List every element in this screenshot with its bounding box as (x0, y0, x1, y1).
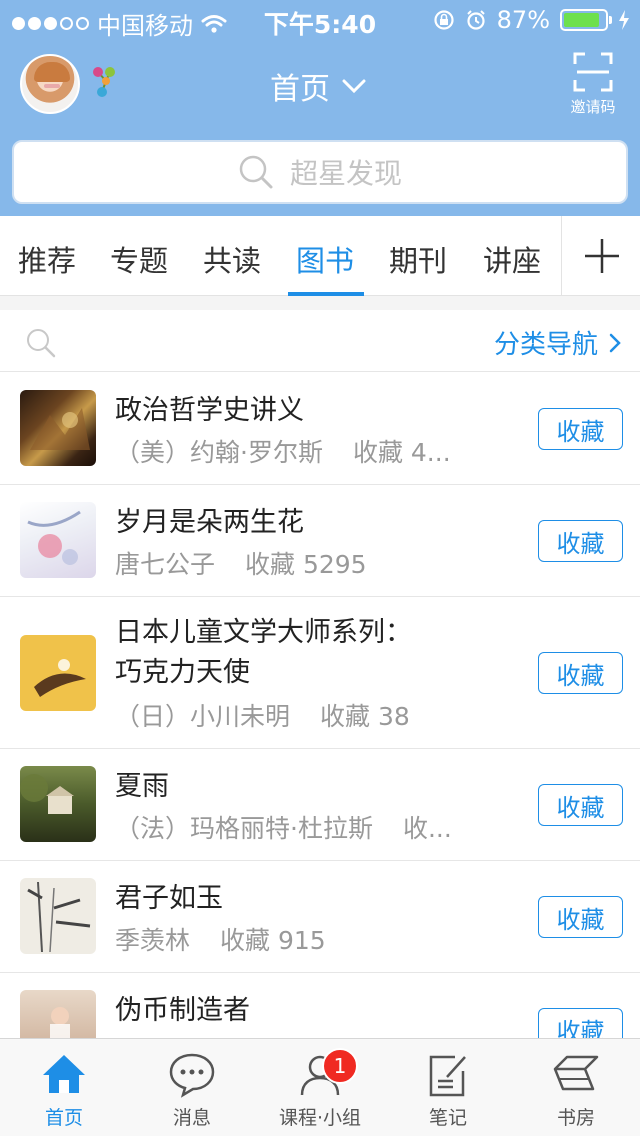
tab-coreading[interactable]: 共读 (203, 238, 261, 280)
list-item[interactable]: 君子如玉 季羡林 收藏 915 收藏 (0, 861, 640, 973)
book-title: 政治哲学史讲义 (115, 395, 304, 426)
book-title: 岁月是朵两生花 (115, 507, 304, 538)
chevron-down-icon (342, 79, 366, 94)
favorite-button[interactable]: 收藏 (538, 520, 623, 562)
bottom-tab-label: 书房 (556, 1107, 595, 1129)
tab-books[interactable]: 图书 (296, 238, 354, 280)
book-meta: 唐七公子 收藏 5295 (115, 545, 367, 581)
header: 中国移动 下午5:40 87% 首页 邀请码 超星发现 (0, 0, 640, 216)
book-cover (20, 635, 96, 711)
search-icon[interactable] (26, 328, 56, 358)
book-cover (20, 766, 96, 842)
book-search-row: 分类导航 (0, 310, 640, 372)
book-fav-count: 收藏 38 (320, 702, 410, 731)
status-bar: 中国移动 下午5:40 87% (0, 0, 640, 40)
book-title: 伪币制造者 (115, 995, 250, 1026)
category-nav-label: 分类导航 (493, 330, 598, 360)
bottom-tab-label: 首页 (44, 1107, 83, 1129)
favorite-button[interactable]: 收藏 (538, 1008, 623, 1038)
category-tabs: 推荐 专题 共读 图书 期刊 讲座 (0, 216, 640, 296)
battery-fill (564, 13, 599, 27)
book-title-line2: 巧克力天使 (115, 657, 250, 688)
bookshelf-icon (553, 1055, 599, 1091)
search-placeholder: 超星发现 (289, 157, 402, 190)
status-right: 87% (433, 6, 630, 34)
book-meta: （日）小川未明 收藏 38 (115, 697, 410, 733)
list-item[interactable]: 夏雨 （法）玛格丽特·杜拉斯 收... 收藏 (0, 749, 640, 861)
book-author: （法）玛格丽特·杜拉斯 (115, 814, 373, 843)
bottom-tab-messages[interactable]: 消息 (128, 1039, 256, 1136)
book-fav-count: 收藏 5295 (245, 550, 367, 579)
book-cover (20, 390, 96, 466)
tab-lectures[interactable]: 讲座 (483, 238, 541, 280)
bottom-tab-courses[interactable]: 课程·小组 (256, 1039, 384, 1136)
tab-topics[interactable]: 专题 (110, 238, 168, 280)
book-cover (20, 502, 96, 578)
book-meta: 季羡林 收藏 915 (115, 921, 326, 957)
tab-journals[interactable]: 期刊 (389, 238, 447, 280)
note-icon (429, 1055, 466, 1097)
book-title: 君子如玉 (115, 883, 223, 914)
book-title: 日本儿童文学大师系列： (115, 617, 412, 648)
battery-icon (560, 9, 612, 31)
molecule-icon[interactable] (90, 64, 118, 100)
category-nav-link[interactable]: 分类导航 (494, 324, 622, 361)
bottom-tab-label: 笔记 (428, 1107, 467, 1129)
book-title: 夏雨 (115, 771, 169, 802)
alarm-icon (466, 10, 485, 30)
book-fav-count: 收... (402, 814, 452, 843)
list-item[interactable]: 政治哲学史讲义 （美）约翰·罗尔斯 收藏 4... 收藏 (0, 373, 640, 485)
book-fav-count: 收藏 915 (220, 926, 326, 955)
book-meta: （美）约翰·罗尔斯 收藏 4... (115, 433, 451, 469)
book-author: 季羡林 (115, 926, 191, 955)
favorite-button[interactable]: 收藏 (538, 652, 623, 694)
page-title: 首页 (270, 72, 330, 107)
book-author: （美）约翰·罗尔斯 (115, 438, 323, 467)
rotation-lock-icon (434, 10, 454, 30)
battery-percent: 87% (496, 6, 550, 34)
list-item[interactable]: 岁月是朵两生花 唐七公子 收藏 5295 收藏 (0, 485, 640, 597)
favorite-button[interactable]: 收藏 (538, 896, 623, 938)
book-cover (20, 878, 96, 954)
book-fav-count: 收藏 4... (352, 438, 451, 467)
section-gap (0, 296, 640, 310)
bottom-tab-label: 课程·小组 (278, 1107, 362, 1129)
tab-recommend[interactable]: 推荐 (18, 238, 76, 280)
book-author: （日）小川未明 (115, 702, 291, 731)
book-list: 政治哲学史讲义 （美）约翰·罗尔斯 收藏 4... 收藏 岁月是朵两生花 唐七公子… (0, 373, 640, 1038)
bottom-tab-bookshelf[interactable]: 书房 (512, 1039, 640, 1136)
invite-label: 邀请码 (570, 98, 616, 116)
favorite-button[interactable]: 收藏 (538, 784, 623, 826)
add-tab-icon[interactable] (582, 236, 622, 276)
charging-icon (619, 10, 629, 30)
screen: 中国移动 下午5:40 87% 首页 邀请码 超星发现 推荐 专题 共读 图书 … (0, 0, 640, 1136)
book-author: 唐七公子 (115, 550, 216, 579)
bottom-tab-notes[interactable]: 笔记 (384, 1039, 512, 1136)
list-item[interactable]: 伪币制造者 收藏 (0, 973, 640, 1038)
bottom-tab-home[interactable]: 首页 (0, 1039, 128, 1136)
home-icon (43, 1055, 85, 1093)
chevron-right-icon (609, 333, 621, 352)
list-item[interactable]: 日本儿童文学大师系列： 巧克力天使 （日）小川未明 收藏 38 收藏 (0, 597, 640, 749)
bottom-tab-bar: 首页 消息 课程·小组 笔记 书房 (0, 1038, 640, 1136)
scan-icon (573, 52, 613, 92)
tab-divider (561, 216, 562, 296)
bottom-tab-label: 消息 (172, 1107, 211, 1129)
invite-code-button[interactable]: 邀请码 (558, 52, 628, 117)
avatar[interactable] (20, 54, 80, 114)
notification-badge: 1 (322, 1048, 358, 1084)
book-cover (20, 990, 96, 1038)
search-input[interactable]: 超星发现 (12, 140, 628, 204)
favorite-button[interactable]: 收藏 (538, 408, 623, 450)
book-meta: （法）玛格丽特·杜拉斯 收... (115, 809, 452, 845)
message-icon (169, 1053, 215, 1098)
search-icon (239, 155, 273, 189)
home-title-dropdown[interactable]: 首页 (270, 64, 366, 108)
